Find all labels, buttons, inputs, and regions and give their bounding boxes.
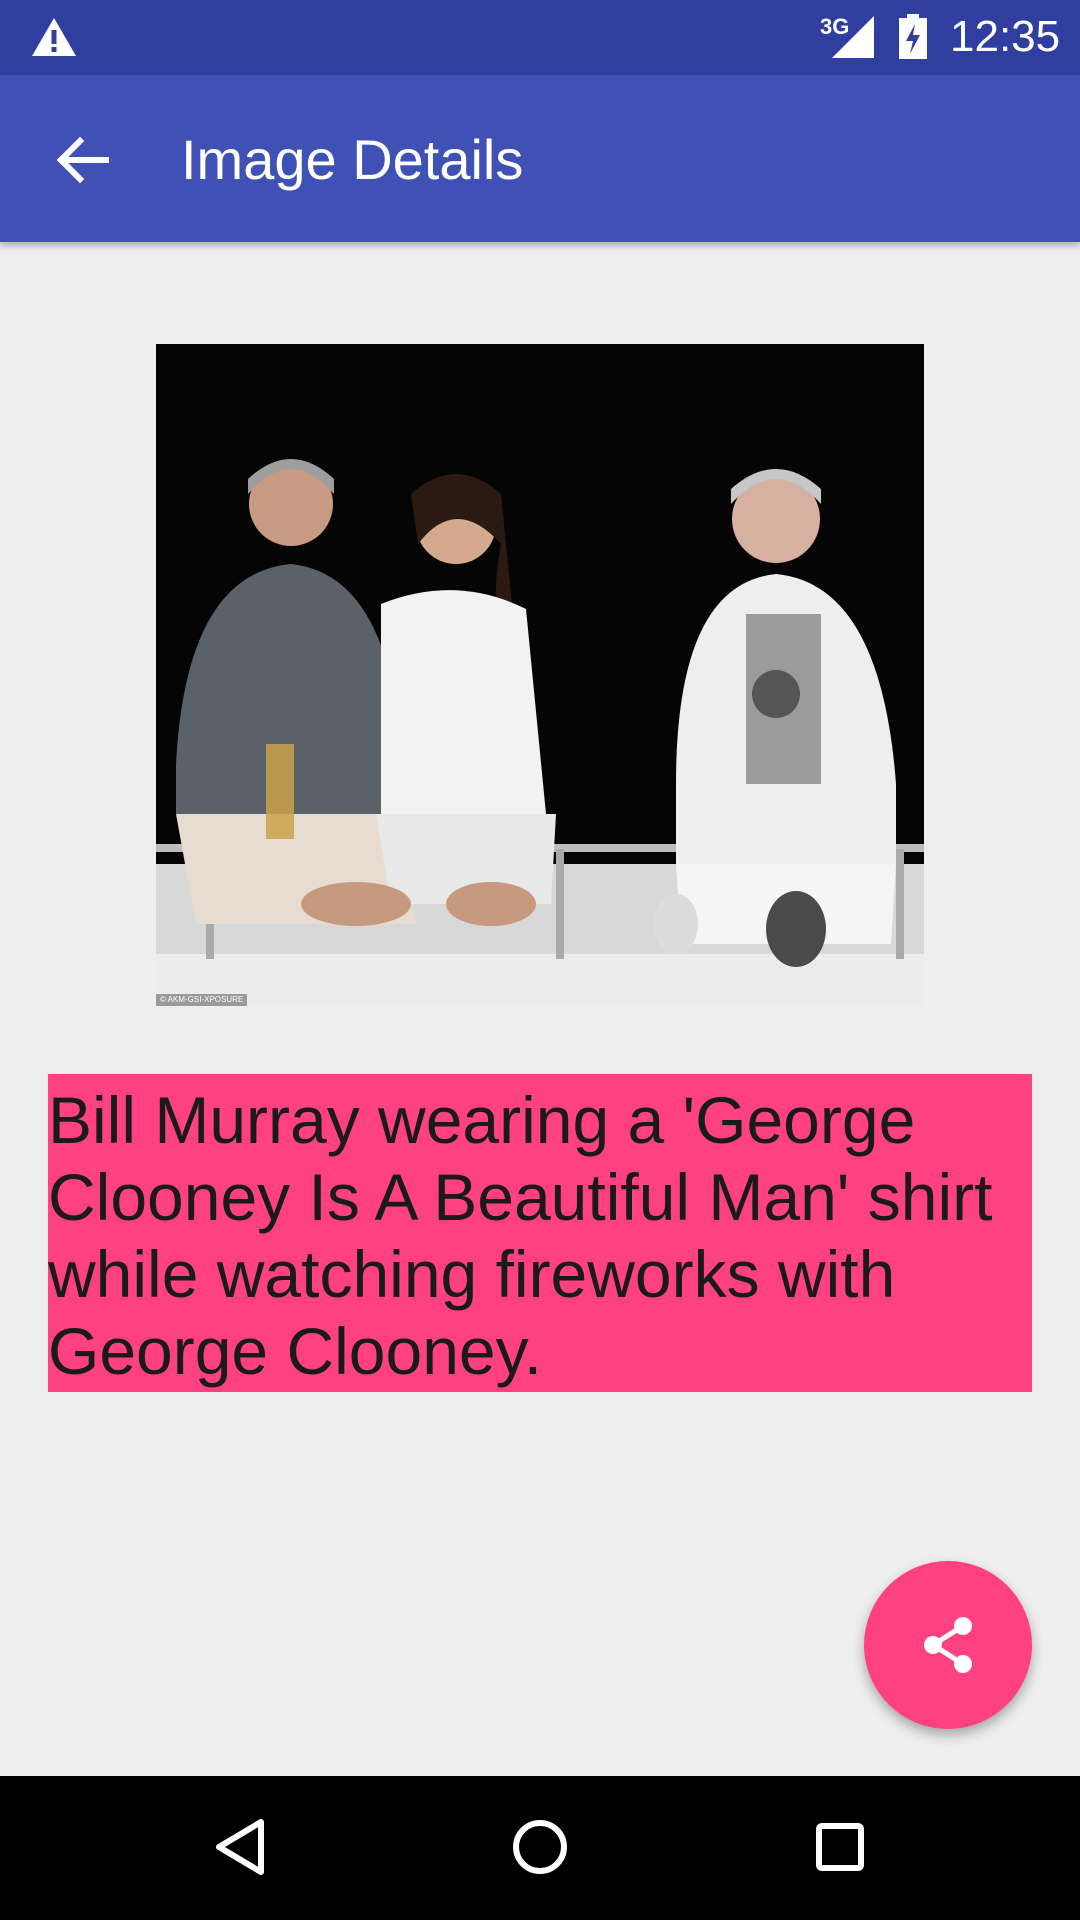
photo-illustration xyxy=(156,344,924,1006)
system-nav-bar xyxy=(0,1776,1080,1920)
signal-icon xyxy=(832,16,874,58)
back-triangle-icon[interactable] xyxy=(205,1812,275,1882)
image-caption: Bill Murray wearing a 'George Clooney Is… xyxy=(48,1074,1032,1392)
clock: 12:35 xyxy=(950,12,1061,61)
screen: 3G 12:35 Image Details © AKM-GSI-XPOSURE… xyxy=(0,0,1080,1920)
photo-credit: © AKM-GSI-XPOSURE xyxy=(156,994,248,1006)
status-bar: 3G 12:35 xyxy=(0,0,1080,75)
warning-icon xyxy=(32,18,76,56)
arrow-back-icon[interactable] xyxy=(48,125,118,195)
recents-square-icon[interactable] xyxy=(805,1812,875,1882)
share-icon xyxy=(924,1617,972,1673)
detail-image: © AKM-GSI-XPOSURE xyxy=(156,344,924,1006)
page-title: Image Details xyxy=(181,128,524,191)
home-circle-icon[interactable] xyxy=(505,1812,575,1882)
app-bar: Image Details xyxy=(0,75,1080,242)
share-button[interactable] xyxy=(864,1561,1032,1729)
battery-charging-icon xyxy=(899,14,927,59)
